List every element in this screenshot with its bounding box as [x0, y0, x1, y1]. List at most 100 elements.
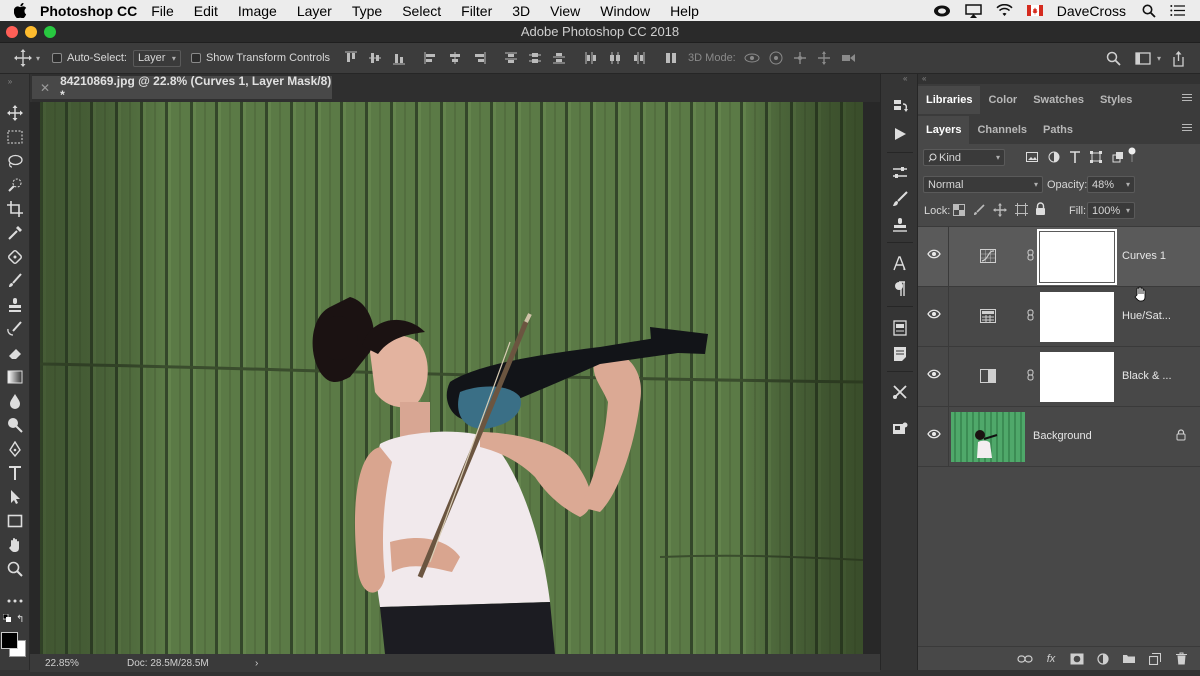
menu-window[interactable]: Window: [600, 3, 650, 19]
fill-field[interactable]: 100% ▾: [1087, 202, 1135, 219]
filter-shape-icon[interactable]: [1090, 151, 1102, 163]
menu-file[interactable]: File: [151, 3, 174, 19]
distribute-horizontal-center-icon[interactable]: [608, 51, 622, 65]
align-horizontal-center-icon[interactable]: [448, 51, 462, 65]
workspace-chevron-down-icon[interactable]: ▾: [1157, 54, 1161, 63]
auto-align-layers-icon[interactable]: [664, 51, 678, 65]
lock-position-icon[interactable]: [993, 203, 1007, 217]
layer-name[interactable]: Hue/Sat...: [1122, 310, 1171, 322]
3d-pan-icon[interactable]: [792, 51, 808, 65]
user-name[interactable]: DaveCross: [1057, 3, 1126, 19]
menu-view[interactable]: View: [550, 3, 580, 19]
pen-tool-icon[interactable]: [5, 439, 25, 459]
filter-toggle-icon[interactable]: [1128, 147, 1136, 163]
move-tool-preset-icon[interactable]: [14, 49, 32, 67]
workspace-icon[interactable]: [1135, 52, 1151, 65]
tab-paths[interactable]: Paths: [1035, 124, 1081, 144]
healing-brush-tool-icon[interactable]: [5, 247, 25, 267]
collapse-panels-icon[interactable]: «: [918, 74, 1200, 83]
filter-adjustment-icon[interactable]: [1048, 151, 1060, 163]
more-tools-icon[interactable]: [5, 591, 25, 611]
wifi-icon[interactable]: [996, 4, 1013, 17]
close-window-button[interactable]: [6, 26, 18, 38]
align-bottom-icon[interactable]: [392, 51, 406, 65]
align-top-icon[interactable]: [344, 51, 358, 65]
dodge-tool-icon[interactable]: [5, 415, 25, 435]
black-white-adjustment-icon[interactable]: [980, 369, 996, 383]
auto-select-target-dropdown[interactable]: Layer ▾: [132, 49, 181, 67]
default-colors-icon[interactable]: [3, 614, 11, 622]
tab-color[interactable]: Color: [980, 94, 1025, 114]
curves-adjustment-icon[interactable]: [980, 249, 996, 263]
layer-name[interactable]: Background: [1033, 430, 1092, 442]
layer-name[interactable]: Black & ...: [1122, 370, 1172, 382]
apple-icon[interactable]: [0, 3, 40, 18]
share-icon[interactable]: [1171, 50, 1186, 67]
lock-artboard-icon[interactable]: [1015, 203, 1028, 216]
layer-mask-thumbnail[interactable]: [1037, 229, 1117, 285]
eyedropper-tool-icon[interactable]: [5, 223, 25, 243]
auto-select-checkbox[interactable]: [52, 53, 63, 63]
menu-select[interactable]: Select: [402, 3, 441, 19]
zoom-level[interactable]: 22.85%: [45, 658, 115, 669]
delete-layer-icon[interactable]: [1172, 651, 1190, 667]
3d-orbit-icon[interactable]: [744, 51, 760, 65]
rectangle-tool-icon[interactable]: [5, 511, 25, 531]
document-tab[interactable]: ✕ 84210869.jpg @ 22.8% (Curves 1, Layer …: [32, 74, 332, 102]
path-selection-tool-icon[interactable]: [5, 487, 25, 507]
layer-visibility-eye-icon[interactable]: [927, 369, 941, 379]
filter-smart-object-icon[interactable]: [1112, 151, 1124, 163]
layer-visibility-eye-icon[interactable]: [927, 429, 941, 439]
new-group-icon[interactable]: [1120, 651, 1138, 667]
3d-roll-icon[interactable]: [768, 51, 784, 65]
tab-layers[interactable]: Layers: [918, 116, 970, 144]
filter-type-icon[interactable]: [1070, 151, 1080, 163]
notification-center-icon[interactable]: [1170, 4, 1186, 17]
panel-menu-icon[interactable]: [1182, 94, 1192, 103]
new-layer-icon[interactable]: [1146, 651, 1164, 667]
3d-panel-icon[interactable]: [891, 420, 909, 438]
zoom-window-button[interactable]: [44, 26, 56, 38]
layer-filter-dropdown[interactable]: Kind ▾: [923, 149, 1005, 166]
layer-row-background[interactable]: Background: [918, 407, 1200, 467]
menu-image[interactable]: Image: [238, 3, 277, 19]
hue-saturation-adjustment-icon[interactable]: [980, 309, 996, 323]
tab-swatches[interactable]: Swatches: [1025, 94, 1092, 114]
tab-libraries[interactable]: Libraries: [918, 86, 981, 114]
menu-3d[interactable]: 3D: [512, 3, 530, 19]
history-panel-icon[interactable]: [891, 98, 909, 116]
clone-source-icon[interactable]: [891, 216, 909, 234]
menu-edit[interactable]: Edit: [194, 3, 218, 19]
paragraph-panel-icon[interactable]: [891, 280, 909, 298]
type-tool-icon[interactable]: [5, 463, 25, 483]
layer-visibility-eye-icon[interactable]: [927, 309, 941, 319]
distribute-vertical-center-icon[interactable]: [528, 51, 542, 65]
add-layer-style-icon[interactable]: fx: [1042, 651, 1060, 667]
distribute-right-icon[interactable]: [632, 51, 646, 65]
brush-settings-icon[interactable]: [891, 190, 909, 208]
blur-tool-icon[interactable]: [5, 391, 25, 411]
character-panel-icon[interactable]: [891, 254, 909, 272]
menu-layer[interactable]: Layer: [297, 3, 332, 19]
creative-cloud-icon[interactable]: [933, 4, 951, 17]
mask-link-icon[interactable]: [1027, 309, 1034, 321]
menu-type[interactable]: Type: [352, 3, 382, 19]
distribute-top-icon[interactable]: [504, 51, 518, 65]
new-fill-adjustment-layer-icon[interactable]: [1094, 651, 1112, 667]
lock-all-icon[interactable]: [1035, 202, 1046, 215]
mask-link-icon[interactable]: [1027, 369, 1034, 381]
close-tab-icon[interactable]: ✕: [40, 81, 50, 95]
history-brush-tool-icon[interactable]: [5, 319, 25, 339]
collapse-strip-icon[interactable]: «: [903, 74, 907, 83]
lock-image-pixels-icon[interactable]: [973, 204, 985, 216]
menu-help[interactable]: Help: [670, 3, 699, 19]
show-transform-checkbox[interactable]: [190, 53, 201, 63]
align-right-icon[interactable]: [472, 51, 486, 65]
layer-name[interactable]: Curves 1: [1122, 250, 1166, 262]
tab-channels[interactable]: Channels: [969, 124, 1035, 144]
quick-selection-tool-icon[interactable]: [5, 175, 25, 195]
filter-pixel-icon[interactable]: [1026, 152, 1038, 162]
spotlight-search-icon[interactable]: [1142, 4, 1156, 18]
tab-styles[interactable]: Styles: [1092, 94, 1140, 114]
3d-scale-icon[interactable]: [840, 51, 856, 65]
